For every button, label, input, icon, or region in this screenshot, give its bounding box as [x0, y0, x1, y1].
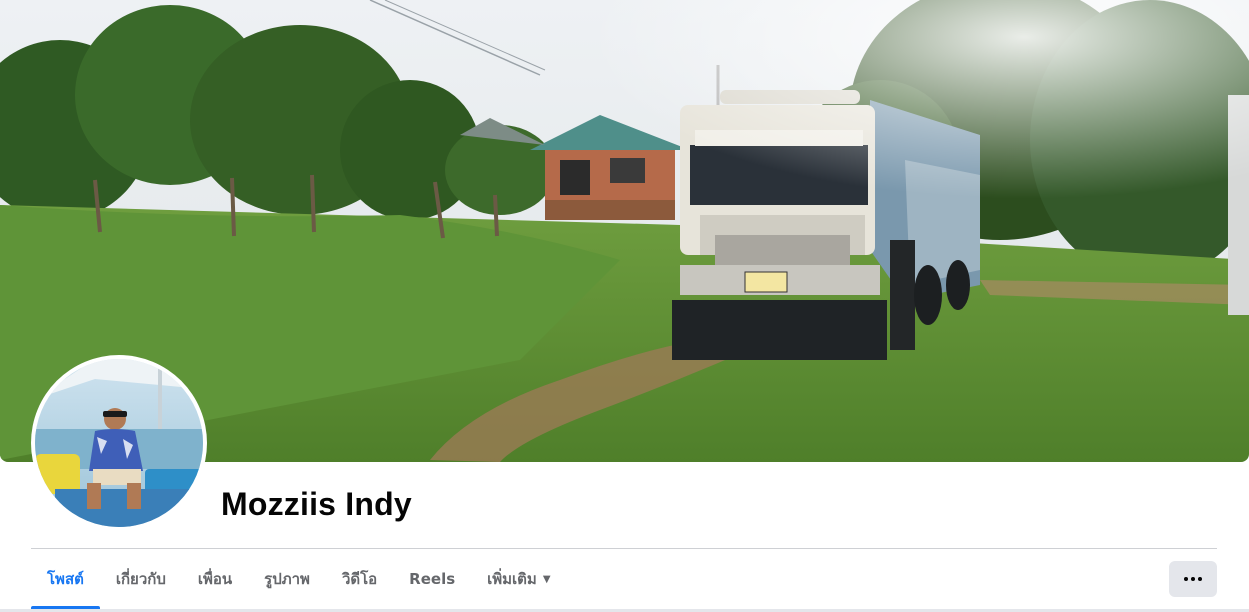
tab-label: เกี่ยวกับ: [115, 570, 166, 588]
tab-label: รูปภาพ: [264, 570, 310, 588]
profile-avatar[interactable]: [31, 355, 207, 531]
tab-label: โพสต์: [47, 570, 84, 588]
profile-tabs: โพสต์ เกี่ยวกับ เพื่อน รูปภาพ วิดีโอ Ree…: [31, 549, 567, 609]
tab-posts[interactable]: โพสต์: [31, 549, 100, 609]
tab-label: เพื่อน: [197, 570, 233, 588]
avatar-image: [35, 359, 203, 527]
tab-friends[interactable]: เพื่อน: [182, 549, 248, 609]
tab-label: Reels: [409, 570, 456, 588]
tab-label: เพิ่มเติม: [487, 570, 537, 588]
profile-header: Mozziis Indy โพสต์ เกี่ยวกับ เพื่อน รูปภ…: [0, 0, 1249, 612]
caret-down-icon: ▼: [542, 573, 551, 585]
tab-reels[interactable]: Reels: [393, 549, 471, 609]
tab-photos[interactable]: รูปภาพ: [248, 549, 326, 609]
more-horizontal-icon: [1184, 577, 1202, 581]
tab-more[interactable]: เพิ่มเติม ▼: [471, 549, 566, 609]
tab-label: วิดีโอ: [341, 570, 378, 588]
tab-videos[interactable]: วิดีโอ: [326, 549, 393, 609]
profile-name: Mozziis Indy: [221, 486, 412, 522]
more-options-button[interactable]: [1169, 561, 1217, 597]
tab-about[interactable]: เกี่ยวกับ: [100, 549, 182, 609]
